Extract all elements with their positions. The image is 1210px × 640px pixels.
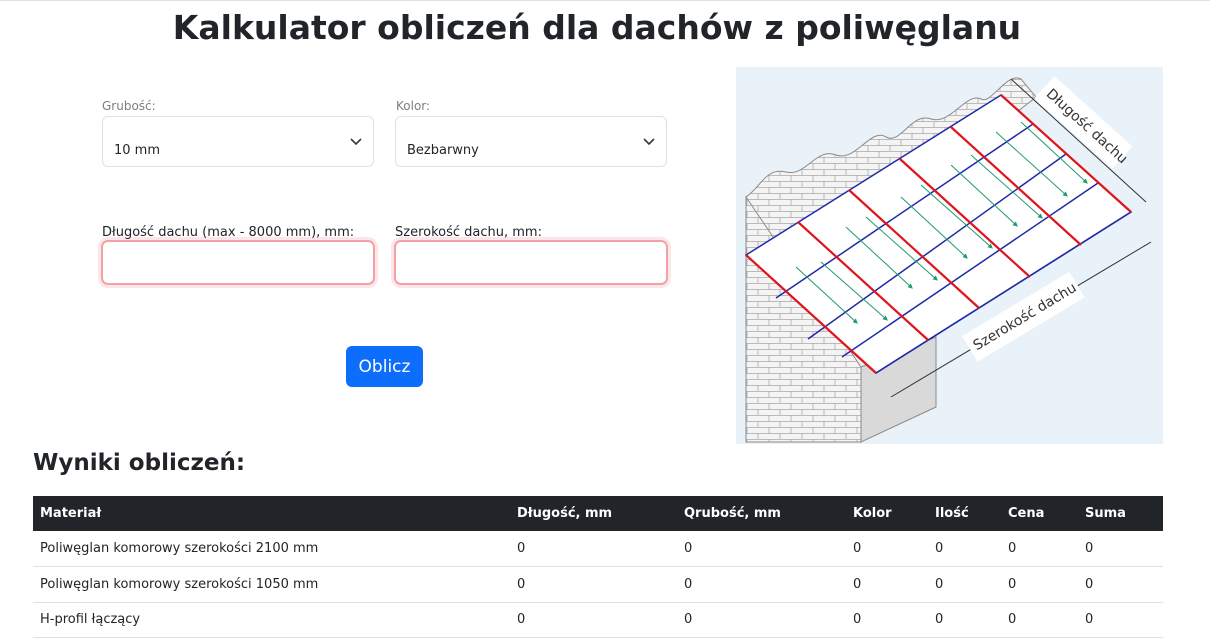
table-row: Poliwęglan komorowy szerokości 2100 mm 0… <box>33 531 1163 567</box>
page-title: Kalkulator obliczeń dla dachów z poliwęg… <box>172 8 1022 47</box>
cell: 0 <box>677 566 846 603</box>
table-row: Poliwęglan komorowy szerokości 1050 mm 0… <box>33 566 1163 603</box>
color-value: Bezbarwny <box>407 143 479 158</box>
chevron-down-icon <box>350 138 362 146</box>
cell: 0 <box>928 566 1001 603</box>
results-title: Wyniki obliczeń: <box>33 450 246 476</box>
thickness-select[interactable]: 10 mm <box>102 116 374 167</box>
cell: Poliwęglan komorowy szerokości 2100 mm <box>33 531 510 567</box>
results-table: Materiał Długość, mm Qrubość, mm Kolor I… <box>33 496 1163 638</box>
cell: 0 <box>1078 531 1163 567</box>
width-label: Szerokość dachu, mm: <box>395 225 542 240</box>
roof-diagram: Długość dachu Szerokość dachu <box>736 67 1163 444</box>
cell: 0 <box>1078 602 1163 638</box>
cell: 0 <box>677 531 846 567</box>
cell: 0 <box>510 602 677 638</box>
color-select[interactable]: Bezbarwny <box>395 116 667 167</box>
cell: 0 <box>1078 566 1163 603</box>
calculate-button[interactable]: Oblicz <box>346 346 423 387</box>
col-price: Cena <box>1001 496 1078 531</box>
cell: Poliwęglan komorowy szerokości 1050 mm <box>33 566 510 603</box>
color-label: Kolor: <box>396 99 431 113</box>
cell: 0 <box>510 566 677 603</box>
thickness-label: Grubość: <box>102 99 156 113</box>
width-input[interactable] <box>394 240 668 285</box>
roof-illustration: Długość dachu Szerokość dachu <box>744 76 1152 443</box>
length-input[interactable] <box>101 240 375 285</box>
col-sum: Suma <box>1078 496 1163 531</box>
table-row: H-profil łączący 0 0 0 0 0 0 <box>33 602 1163 638</box>
length-label: Długość dachu (max - 8000 mm), mm: <box>102 225 355 240</box>
cell: 0 <box>928 602 1001 638</box>
cell: 0 <box>846 531 928 567</box>
top-divider <box>0 0 1210 1</box>
thickness-value: 10 mm <box>114 143 161 158</box>
col-material: Materiał <box>33 496 510 531</box>
col-quantity: Ilość <box>928 496 1001 531</box>
table-header-row: Materiał Długość, mm Qrubość, mm Kolor I… <box>33 496 1163 531</box>
cell: H-profil łączący <box>33 602 510 638</box>
col-length: Długość, mm <box>510 496 677 531</box>
cell: 0 <box>1001 531 1078 567</box>
cell: 0 <box>846 566 928 603</box>
cell: 0 <box>510 531 677 567</box>
cell: 0 <box>928 531 1001 567</box>
cell: 0 <box>1001 602 1078 638</box>
cell: 0 <box>846 602 928 638</box>
col-thickness: Qrubość, mm <box>677 496 846 531</box>
cell: 0 <box>1001 566 1078 603</box>
chevron-down-icon <box>643 138 655 146</box>
cell: 0 <box>677 602 846 638</box>
col-color: Kolor <box>846 496 928 531</box>
